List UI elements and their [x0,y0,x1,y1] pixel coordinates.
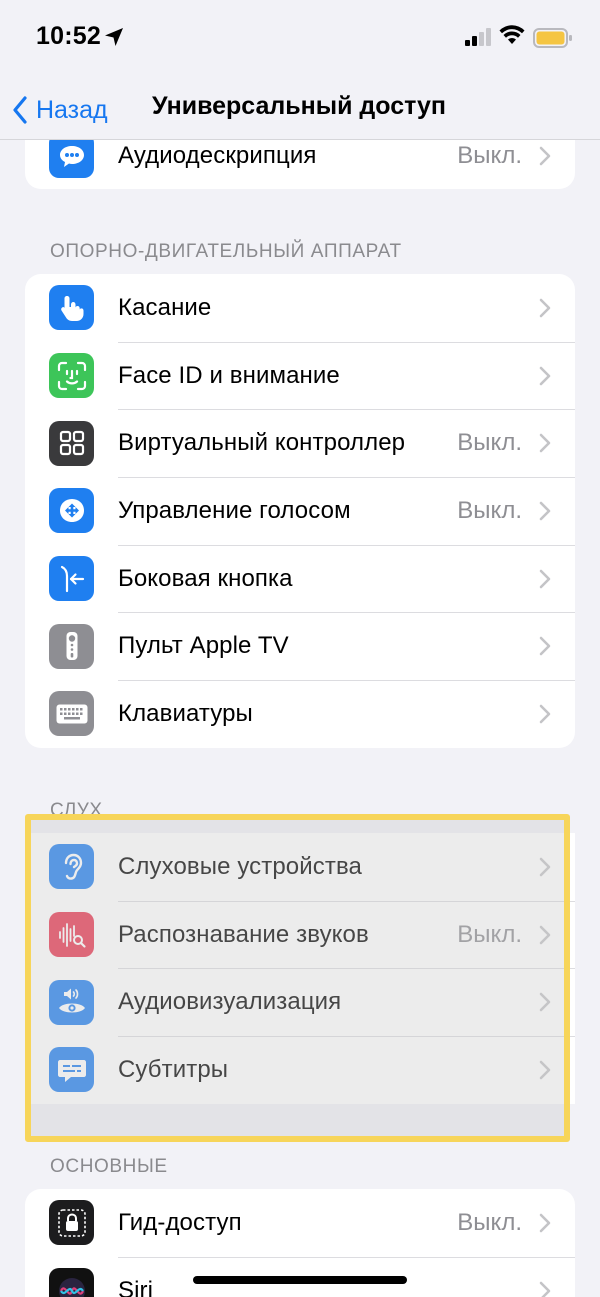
settings-row-voice-control[interactable]: Управление голосом Выкл. [25,477,575,545]
grid-icon [49,420,94,466]
motor-group: Касание Face ID и внимание Виртуальный к… [25,274,575,748]
page-title: Универсальный доступ [152,92,446,120]
battery-icon [533,28,572,48]
settings-row-label: Клавиатуры [118,699,253,727]
chevron-right-icon [539,298,551,318]
settings-row-label: Siri [118,1276,154,1297]
chevron-right-icon [539,433,551,453]
chevron-right-icon [539,569,551,588]
settings-row-touch[interactable]: Касание [25,274,575,342]
hearing-group: Слуховые устройства Распознавание звуков… [25,833,575,1104]
section-header-motor: ОПОРНО-ДВИГАТЕЛЬНЫЙ АППАРАТ [50,241,402,262]
keyboard-icon [49,691,94,737]
remote-icon [49,623,94,669]
chevron-right-icon [539,704,551,724]
settings-row-label: Слуховые устройства [118,852,362,880]
lock-icon [49,1200,94,1246]
settings-row-label: Распознавание звуков [118,920,369,948]
settings-row-face-id[interactable]: Face ID и внимание [25,341,575,410]
wifi-icon [499,25,525,44]
chevron-right-icon [539,925,551,944]
subtitles-icon [49,1047,94,1093]
settings-row-value: Выкл. [457,1208,522,1236]
settings-row-label: Касание [118,293,212,321]
chevron-left-icon [13,96,27,124]
chevron-right-icon [539,636,551,656]
ear-icon [49,844,94,890]
face-id-icon [49,353,94,399]
status-bar: 10:52 [0,0,600,80]
chevron-right-icon [539,366,551,385]
settings-row-label: Боковая кнопка [118,564,293,592]
settings-row-value: Выкл. [457,142,522,169]
section-header-general: ОСНОВНЫЕ [50,1156,168,1177]
settings-row-label: Гид-доступ [118,1208,242,1236]
voice-control-icon [49,488,94,534]
siri-icon [49,1268,94,1297]
settings-row-label: Виртуальный контроллер [118,429,406,457]
settings-row-label: Face ID и внимание [118,361,340,389]
back-button[interactable]: Назад [12,90,108,130]
settings-row-label: Субтитры [118,1055,229,1083]
cellular-signal-icon [465,28,491,46]
settings-row-subtitles[interactable]: Субтитры [25,1036,575,1104]
settings-row-sound-recognition[interactable]: Распознавание звуков Выкл. [25,900,575,969]
chevron-right-icon [539,146,551,166]
settings-row-guided-access[interactable]: Гид-доступ Выкл. [25,1189,575,1257]
hand-pointer-icon [49,285,94,331]
chevron-right-icon [539,1213,551,1233]
settings-row-keyboards[interactable]: Клавиатуры [25,680,575,748]
settings-row-apple-tv-remote[interactable]: Пульт Apple TV [25,612,575,680]
back-label: Назад [36,95,108,124]
settings-row-audio-visual[interactable]: Аудиовизуализация [25,968,575,1036]
settings-row-value: Выкл. [457,429,522,457]
settings-row-label: Пульт Apple TV [118,632,289,660]
settings-row-switch-control[interactable]: Виртуальный контроллер Выкл. [25,409,575,477]
settings-row-hearing-devices[interactable]: Слуховые устройства [25,833,575,901]
home-indicator[interactable] [193,1276,407,1284]
side-button-icon [49,556,94,602]
chevron-right-icon [539,1281,551,1297]
settings-row-label: Управление голосом [118,496,351,524]
settings-row-label: Аудиовизуализация [118,988,342,1016]
section-header-hearing: СЛУХ [50,800,103,821]
settings-row-label: Аудиодескрипция [118,142,317,169]
status-time: 10:52 [36,22,101,50]
chevron-right-icon [539,992,551,1012]
chevron-right-icon [539,1060,551,1080]
settings-row-value: Выкл. [457,496,522,524]
chevron-right-icon [539,501,551,521]
sound-recognition-icon [49,912,94,958]
navigation-bar: Назад Универсальный доступ [0,80,600,140]
audio-visual-icon [49,979,94,1025]
settings-row-value: Выкл. [457,920,522,948]
location-arrow-icon [105,28,123,46]
chevron-right-icon [539,857,551,877]
settings-row-side-button[interactable]: Боковая кнопка [25,544,575,613]
